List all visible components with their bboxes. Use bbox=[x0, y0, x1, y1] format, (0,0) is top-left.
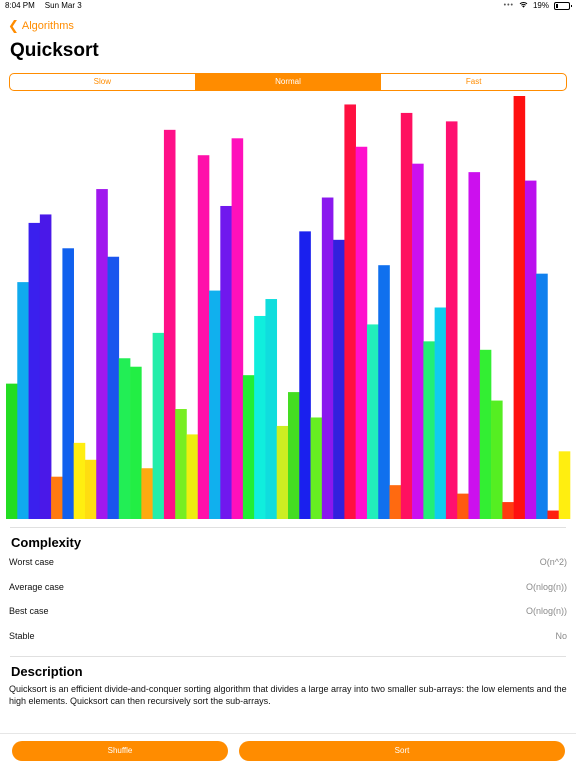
chart-bar bbox=[254, 315, 266, 519]
chart-bar bbox=[344, 104, 356, 520]
chart-bar bbox=[378, 265, 390, 519]
multitasking-dots-icon: ••• bbox=[503, 2, 514, 9]
chevron-left-icon: ❮ bbox=[8, 18, 19, 33]
chart-bar bbox=[479, 349, 492, 519]
wifi-icon bbox=[519, 1, 528, 10]
chart-bar bbox=[547, 510, 560, 519]
chart-bar bbox=[242, 375, 255, 519]
chart-bar bbox=[163, 129, 176, 519]
chart-bar bbox=[299, 231, 311, 520]
chart-bar bbox=[118, 358, 131, 519]
divider bbox=[10, 656, 566, 657]
row-label: Best case bbox=[9, 606, 49, 616]
chart-bar bbox=[276, 425, 289, 519]
chart-bar bbox=[400, 112, 413, 520]
chart-bar bbox=[186, 434, 199, 519]
chart-bar bbox=[107, 256, 120, 519]
chart-bar bbox=[502, 502, 514, 519]
chart-bar bbox=[366, 324, 379, 519]
chart-bar bbox=[220, 205, 232, 519]
chart-bar bbox=[423, 341, 435, 519]
chart-bar bbox=[445, 121, 458, 519]
speed-option-fast[interactable]: Fast bbox=[381, 74, 566, 90]
complexity-row-stable: Stable No bbox=[9, 631, 567, 645]
chart-bar bbox=[96, 189, 108, 519]
complexity-row-best: Best case O(nlog(n)) bbox=[9, 606, 567, 620]
description-heading: Description bbox=[11, 664, 83, 679]
shuffle-button[interactable]: Shuffle bbox=[12, 741, 228, 761]
chart-bar bbox=[51, 476, 63, 519]
battery-icon bbox=[554, 1, 572, 10]
description-text: Quicksort is an efficient divide-and-con… bbox=[9, 684, 567, 706]
action-bar: Shuffle Sort bbox=[0, 733, 576, 769]
speed-option-slow[interactable]: Slow bbox=[10, 74, 196, 90]
page-title: Quicksort bbox=[10, 40, 99, 61]
battery-percent: 19% bbox=[532, 1, 549, 10]
row-label: Average case bbox=[9, 582, 64, 592]
chart-bar bbox=[434, 307, 447, 519]
chart-bar bbox=[28, 222, 41, 519]
chart-bar bbox=[265, 299, 278, 519]
speed-option-normal[interactable]: Normal bbox=[195, 74, 382, 90]
row-label: Stable bbox=[9, 631, 35, 641]
chart-bar bbox=[62, 248, 74, 519]
complexity-row-average: Average case O(nlog(n)) bbox=[9, 582, 567, 596]
speed-segmented-control: Slow Normal Fast bbox=[9, 73, 567, 91]
sorting-bar-chart bbox=[6, 96, 571, 520]
chart-bar bbox=[152, 332, 165, 519]
chart-bar bbox=[231, 138, 244, 520]
row-label: Worst case bbox=[9, 557, 54, 567]
chart-bar bbox=[130, 366, 142, 519]
divider bbox=[10, 527, 566, 528]
chart-bar bbox=[17, 282, 29, 519]
chart-bar bbox=[468, 172, 481, 519]
status-bar: 8:04 PM Sun Mar 3 ••• 19% bbox=[0, 0, 576, 12]
chart-bar bbox=[310, 417, 323, 519]
status-time: 8:04 PM bbox=[5, 1, 35, 10]
chart-bar bbox=[412, 163, 424, 519]
chart-bar bbox=[197, 155, 210, 519]
chart-bar bbox=[288, 392, 300, 519]
chart-bar bbox=[491, 400, 503, 519]
chart-bar bbox=[175, 409, 187, 519]
complexity-heading: Complexity bbox=[11, 535, 82, 550]
chart-bar bbox=[457, 493, 469, 519]
chart-bar bbox=[333, 239, 345, 519]
sort-button[interactable]: Sort bbox=[239, 741, 565, 761]
chart-bar bbox=[84, 459, 97, 519]
chart-bar bbox=[39, 214, 52, 519]
complexity-row-worst: Worst case O(n^2) bbox=[9, 557, 567, 571]
chart-bar bbox=[6, 383, 18, 519]
row-value: O(n^2) bbox=[539, 557, 567, 567]
status-date: Sun Mar 3 bbox=[44, 1, 82, 10]
row-value: O(nlog(n)) bbox=[525, 606, 567, 616]
chart-bar bbox=[524, 180, 537, 519]
chart-bar bbox=[389, 485, 402, 519]
chart-bar bbox=[321, 197, 334, 519]
chart-bar bbox=[141, 468, 153, 519]
chart-bar bbox=[355, 146, 368, 519]
row-value: O(nlog(n)) bbox=[525, 582, 567, 592]
back-button[interactable]: ❮ Algorithms bbox=[8, 18, 74, 34]
row-value: No bbox=[555, 631, 567, 641]
back-label: Algorithms bbox=[21, 20, 74, 32]
chart-bar bbox=[513, 96, 526, 519]
chart-bar bbox=[558, 451, 571, 519]
chart-bar bbox=[73, 442, 86, 519]
chart-bar bbox=[209, 290, 221, 519]
chart-bar bbox=[536, 273, 548, 519]
